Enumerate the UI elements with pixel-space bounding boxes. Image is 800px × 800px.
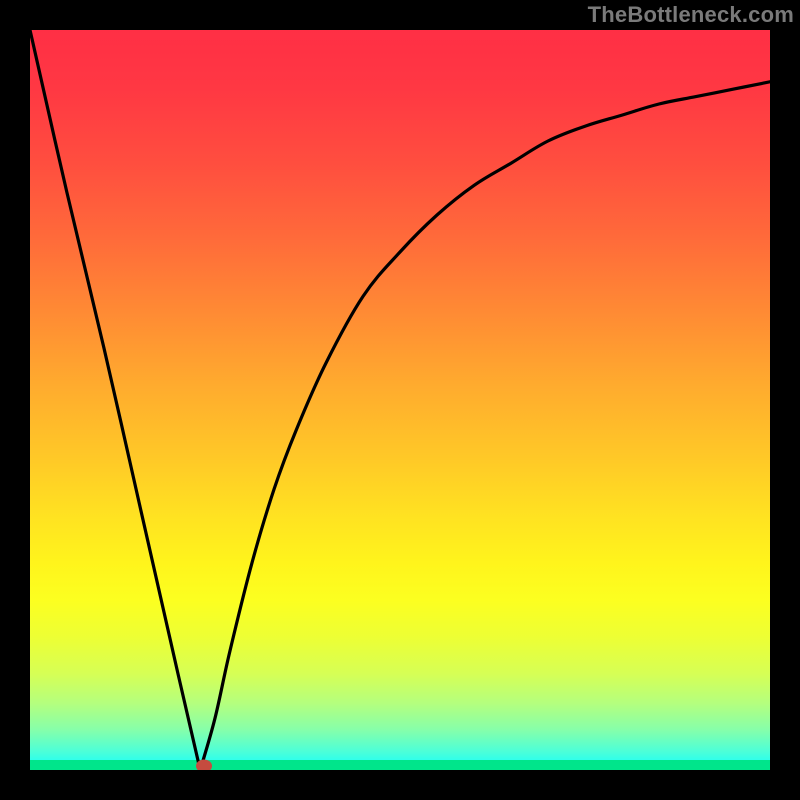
curve-layer (30, 30, 770, 770)
bottleneck-curve (30, 30, 770, 770)
minimum-marker (196, 759, 212, 770)
plot-area (30, 30, 770, 770)
chart-frame: TheBottleneck.com (0, 0, 800, 800)
attribution-label: TheBottleneck.com (588, 2, 794, 28)
